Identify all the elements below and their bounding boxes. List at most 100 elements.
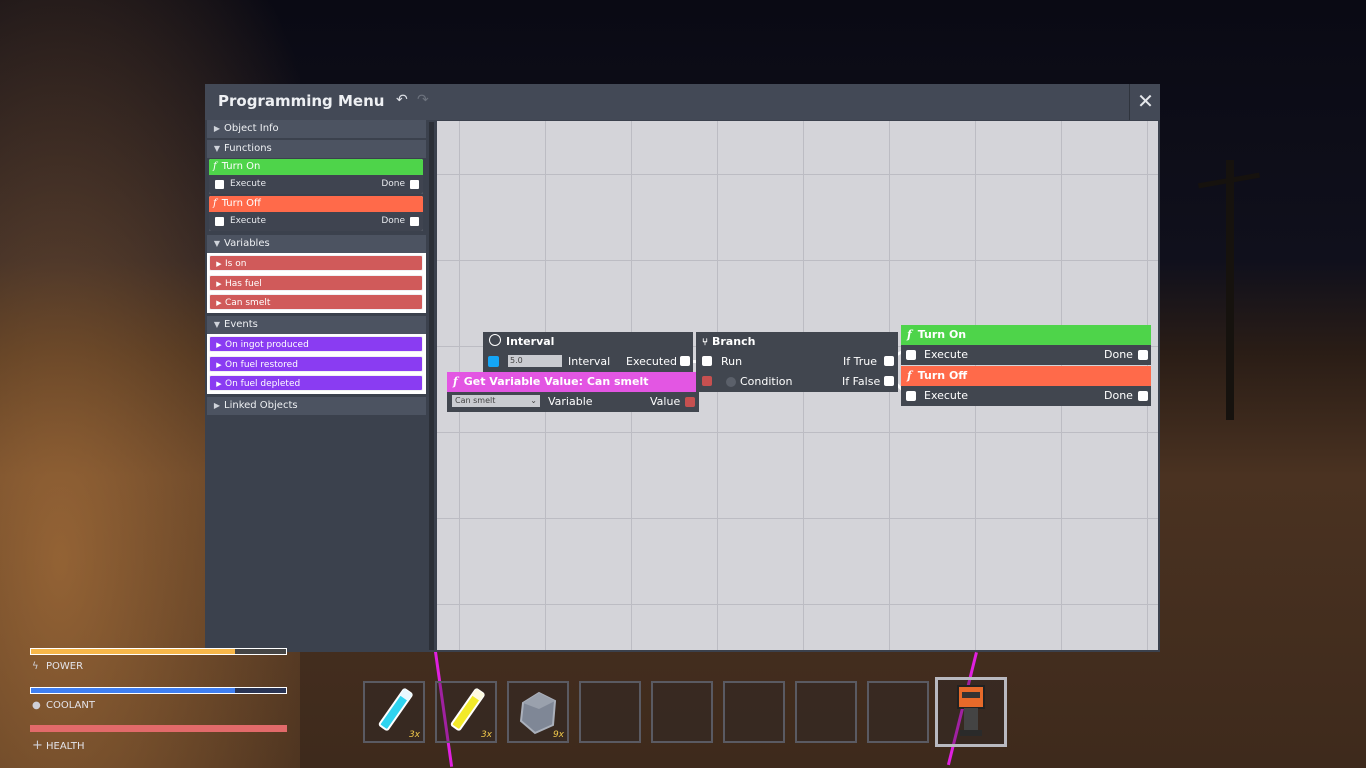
value-port[interactable]	[685, 397, 695, 407]
power-label-text: POWER	[46, 661, 84, 672]
hotbar-slot-4[interactable]	[579, 681, 641, 743]
interval-color-swatch	[488, 356, 499, 367]
done-port[interactable]	[1138, 350, 1148, 360]
dropdown-value: Can smelt	[455, 396, 496, 405]
interval-param-label: Interval	[568, 355, 611, 368]
section-events[interactable]: ▼ Events	[207, 316, 426, 334]
node-row: Condition If False	[696, 372, 898, 392]
node-title: Interval	[506, 335, 555, 348]
if-true-label: If True	[843, 355, 877, 368]
execute-port[interactable]	[906, 391, 916, 401]
get-variable-node[interactable]: f Get Variable Value: Can smelt Can smelt…	[447, 372, 699, 412]
section-variables[interactable]: ▼ Variables	[207, 235, 426, 253]
coolant-label-text: COOLANT	[46, 700, 95, 711]
section-linked-objects[interactable]: ▶ Linked Objects	[207, 397, 426, 415]
done-port[interactable]	[410, 180, 419, 189]
caret-right-icon: ▶	[216, 361, 222, 369]
condition-port[interactable]	[702, 376, 712, 386]
redo-icon[interactable]: ↷	[417, 92, 429, 108]
branch-icon: ⑂	[702, 337, 708, 348]
node-row: 5.0 Interval Executed	[483, 352, 693, 372]
caret-right-icon: ▶	[216, 380, 222, 388]
undo-icon[interactable]: ↶	[396, 92, 408, 108]
if-false-label: If False	[842, 375, 881, 388]
power-bar	[30, 648, 287, 655]
hotbar-slot-5[interactable]	[651, 681, 713, 743]
run-label: Run	[721, 355, 743, 368]
coolant-bar	[30, 687, 287, 694]
event-item-on-fuel-restored[interactable]: ▶ On fuel restored	[209, 356, 423, 372]
variable-label: Has fuel	[225, 279, 262, 289]
execute-port[interactable]	[906, 350, 916, 360]
event-label: On fuel restored	[225, 360, 298, 370]
function-icon: f	[213, 161, 217, 172]
condition-label: Condition	[740, 375, 793, 388]
plus-icon: +	[32, 738, 43, 753]
hotbar-slot-1[interactable]: 3x	[363, 681, 425, 743]
variable-item-can-smelt[interactable]: ▶ Can smelt	[209, 294, 423, 310]
caret-right-icon: ▶	[216, 299, 222, 307]
node-title: Get Variable Value: Can smelt	[463, 375, 649, 388]
section-label: Object Info	[224, 123, 279, 134]
execute-label: Execute	[924, 348, 968, 361]
section-functions[interactable]: ▼ Functions	[207, 140, 426, 158]
background-pole	[1226, 160, 1234, 420]
turn-off-node[interactable]: f Turn Off Execute Done	[901, 366, 1151, 406]
if-true-port[interactable]	[884, 356, 894, 366]
health-bar-fill	[31, 726, 286, 731]
caret-down-icon: ▼	[213, 320, 221, 329]
function-icon: f	[907, 369, 912, 382]
function-card-turn-off[interactable]: f Turn Off Execute Done	[209, 196, 423, 231]
if-false-port[interactable]	[884, 376, 894, 386]
hotbar-slot-7[interactable]	[795, 681, 857, 743]
function-card-header: f Turn Off	[209, 196, 423, 212]
caret-right-icon: ▶	[216, 280, 222, 288]
function-card-turn-on[interactable]: f Turn On Execute Done	[209, 159, 423, 194]
turn-on-node[interactable]: f Turn On Execute Done	[901, 325, 1151, 365]
event-item-on-fuel-depleted[interactable]: ▶ On fuel depleted	[209, 375, 423, 391]
run-port[interactable]	[702, 356, 712, 366]
hotbar-slot-6[interactable]	[723, 681, 785, 743]
interval-value-field[interactable]: 5.0	[508, 355, 562, 367]
power-label: ϟ POWER	[32, 661, 83, 672]
done-port[interactable]	[410, 217, 419, 226]
caret-right-icon: ▶	[213, 124, 221, 133]
hotbar-slot-9-selected[interactable]	[935, 677, 1007, 747]
function-name: Turn On	[221, 161, 261, 172]
hotbar-slot-2[interactable]: 3x	[435, 681, 497, 743]
node-row: Execute Done	[901, 386, 1151, 406]
node-title: Branch	[712, 335, 756, 348]
event-item-on-ingot-produced[interactable]: ▶ On ingot produced	[209, 336, 423, 352]
hotbar-slot-3[interactable]: 9x	[507, 681, 569, 743]
done-port[interactable]	[1138, 391, 1148, 401]
sidebar-scrollbar[interactable]	[429, 122, 434, 650]
close-icon[interactable]: ✕	[1129, 84, 1161, 120]
node-header: Interval	[483, 332, 693, 352]
section-label: Events	[224, 319, 258, 330]
section-object-info[interactable]: ▶ Object Info	[207, 120, 426, 138]
node-row: Can smelt ⌄ Variable Value	[447, 392, 699, 412]
done-label: Done	[1104, 389, 1133, 402]
condition-dot	[726, 377, 736, 387]
section-label: Variables	[224, 238, 270, 249]
caret-right-icon: ▶	[216, 341, 222, 349]
section-label: Linked Objects	[224, 400, 298, 411]
hotbar-slot-8[interactable]	[867, 681, 929, 743]
event-label: On ingot produced	[225, 340, 309, 350]
caret-down-icon: ▼	[213, 144, 221, 153]
execute-port[interactable]	[215, 180, 224, 189]
function-icon: f	[907, 328, 912, 341]
caret-right-icon: ▶	[213, 401, 221, 410]
variable-dropdown[interactable]: Can smelt ⌄	[452, 395, 540, 407]
function-card-row: Execute Done	[209, 175, 423, 194]
variable-label: Is on	[225, 259, 247, 269]
execute-port[interactable]	[215, 217, 224, 226]
interval-node[interactable]: Interval 5.0 Interval Executed	[483, 332, 693, 372]
function-card-header: f Turn On	[209, 159, 423, 175]
node-graph-canvas[interactable]: Interval 5.0 Interval Executed f Get Vari…	[437, 121, 1158, 650]
variable-item-is-on[interactable]: ▶ Is on	[209, 255, 423, 271]
executed-port[interactable]	[680, 356, 690, 366]
branch-node[interactable]: ⑂ Branch Run If True Condition If False	[696, 332, 898, 392]
node-title: Turn On	[917, 328, 967, 341]
variable-item-has-fuel[interactable]: ▶ Has fuel	[209, 275, 423, 291]
